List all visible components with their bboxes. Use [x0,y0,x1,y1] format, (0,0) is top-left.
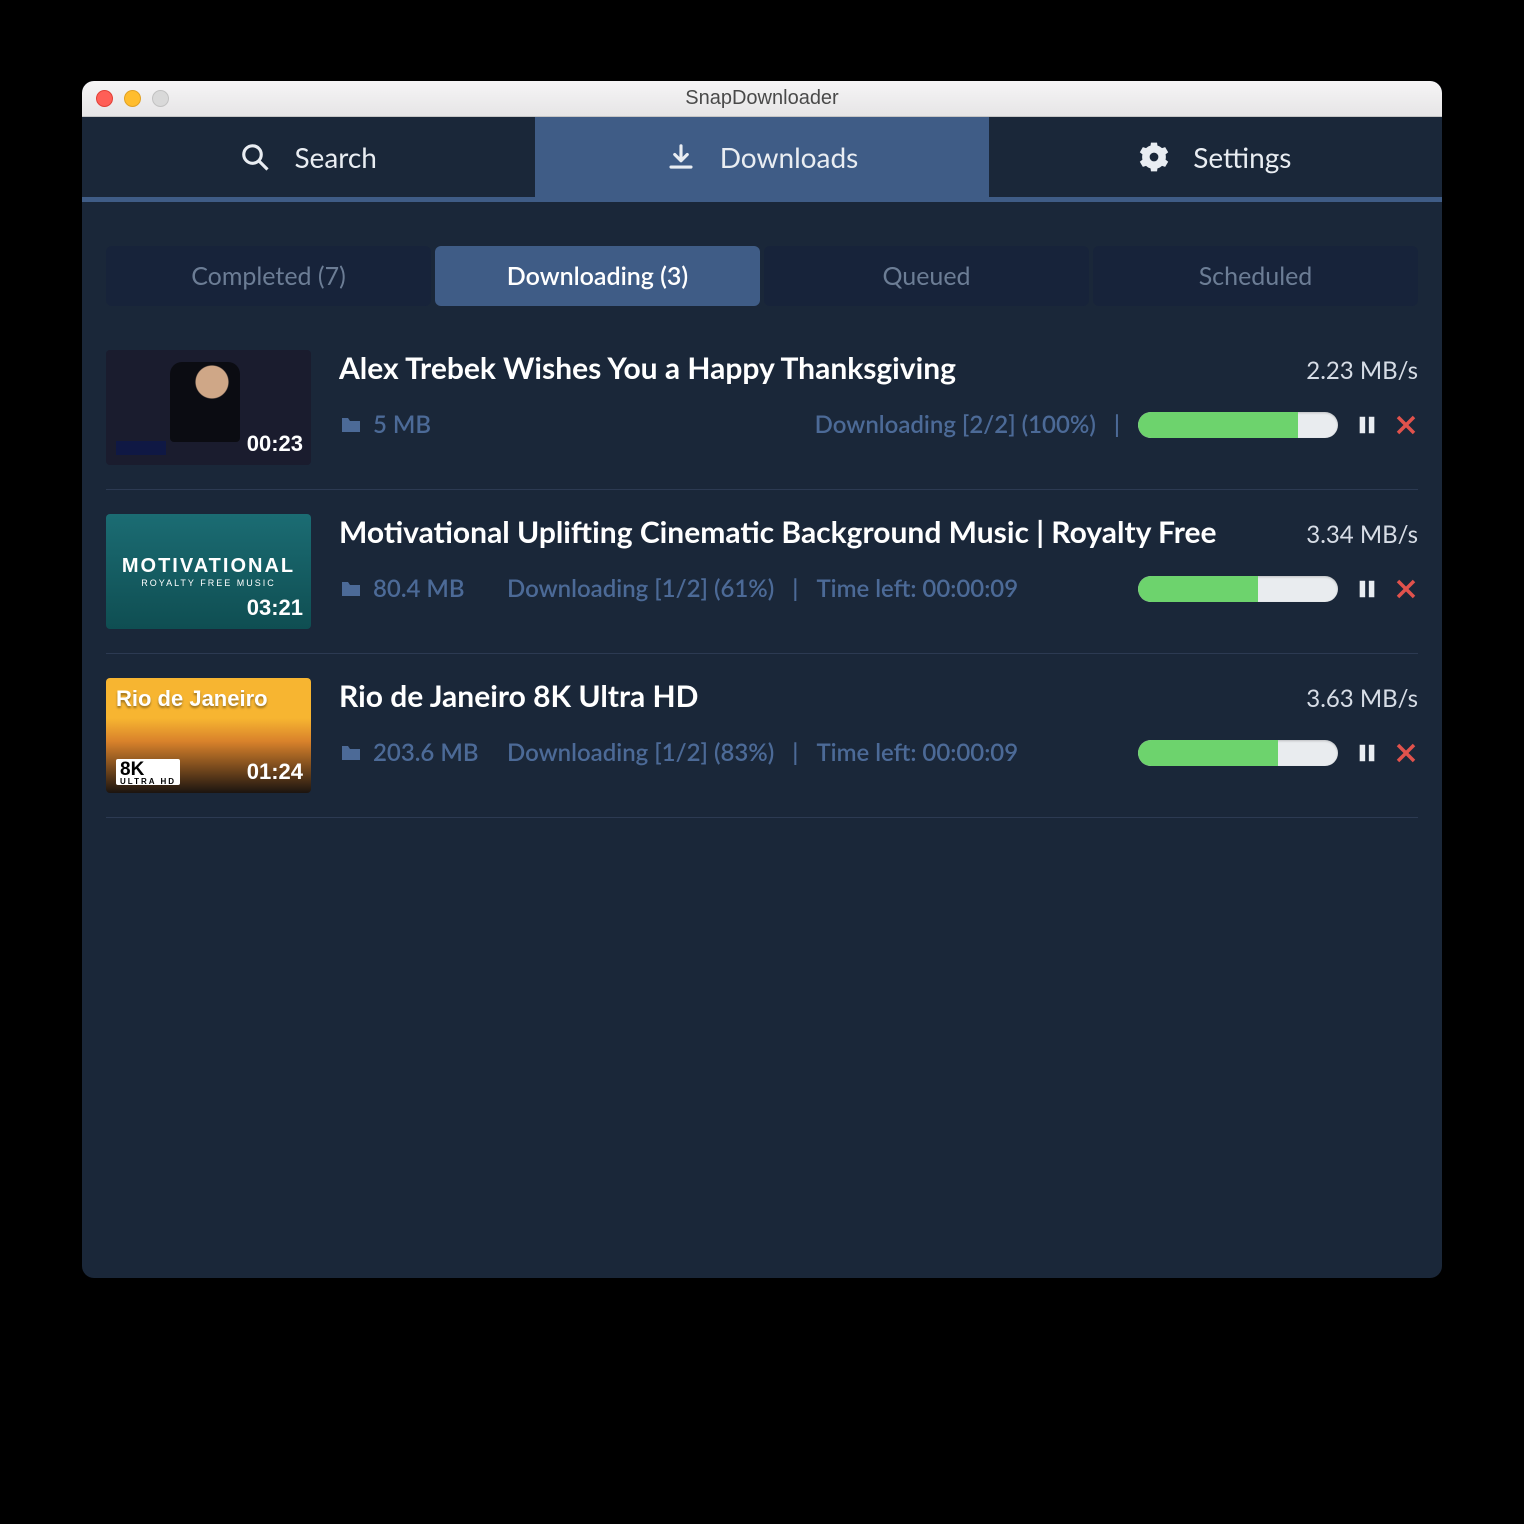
status-divider: | [792,574,798,603]
time-left: Time left: 00:00:09 [816,738,1018,767]
subtab-queued[interactable]: Queued [764,246,1089,306]
thumbnail-text: MOTIVATIONAL ROYALTY FREE MUSIC [122,555,295,588]
nav-downloads[interactable]: Downloads [535,117,988,197]
progress-bar [1138,412,1338,438]
cancel-icon[interactable] [1394,413,1418,437]
cancel-icon[interactable] [1394,577,1418,601]
nav-settings-label: Settings [1193,140,1291,174]
nav-underline [82,197,1442,202]
download-status: Downloading [2/2] (100%) [815,410,1096,439]
gear-icon [1139,142,1169,172]
video-title: Alex Trebek Wishes You a Happy Thanksgiv… [339,350,1266,386]
titlebar: SnapDownloader [82,81,1442,117]
video-thumbnail[interactable]: Rio de Janeiro 8KULTRA HD 01:24 [106,678,311,793]
progress-fill [1138,576,1258,602]
video-duration: 01:24 [247,759,303,785]
subtab-scheduled[interactable]: Scheduled [1093,246,1418,306]
file-size: 80.4 MB [373,574,465,603]
subtab-completed[interactable]: Completed (7) [106,246,431,306]
video-thumbnail[interactable]: 00:23 [106,350,311,465]
time-left: Time left: 00:00:09 [816,574,1018,603]
progress-bar [1138,576,1338,602]
file-size: 5 MB [373,410,431,439]
download-row: 00:23 Alex Trebek Wishes You a Happy Tha… [106,326,1418,490]
file-size: 203.6 MB [373,738,479,767]
progress-fill [1138,412,1298,438]
pause-icon[interactable] [1356,414,1378,436]
progress-bar [1138,740,1338,766]
nav-search-label: Search [294,140,376,174]
download-speed: 3.63 MB/s [1306,684,1418,713]
download-list: 00:23 Alex Trebek Wishes You a Happy Tha… [82,326,1442,1278]
pause-icon[interactable] [1356,742,1378,764]
download-speed: 2.23 MB/s [1306,356,1418,385]
nav-search[interactable]: Search [82,117,535,197]
video-duration: 00:23 [247,431,303,457]
download-meta: Motivational Uplifting Cinematic Backgro… [339,514,1418,603]
status-divider: | [1114,410,1120,439]
video-title: Motivational Uplifting Cinematic Backgro… [339,514,1266,550]
download-icon [666,142,696,172]
folder-icon [339,413,363,437]
top-nav: Search Downloads Settings [82,117,1442,197]
nav-settings[interactable]: Settings [989,117,1442,197]
download-speed: 3.34 MB/s [1306,520,1418,549]
download-meta: Rio de Janeiro 8K Ultra HD 3.63 MB/s 203… [339,678,1418,767]
folder-icon [339,577,363,601]
download-row: MOTIVATIONAL ROYALTY FREE MUSIC 03:21 Mo… [106,490,1418,654]
thumbnail-text: Rio de Janeiro [116,686,268,712]
download-status: Downloading [1/2] (83%) [507,738,774,767]
subtab-downloading[interactable]: Downloading (3) [435,246,760,306]
status-divider: | [792,738,798,767]
download-row: Rio de Janeiro 8KULTRA HD 01:24 Rio de J… [106,654,1418,818]
progress-fill [1138,740,1278,766]
pause-icon[interactable] [1356,578,1378,600]
cancel-icon[interactable] [1394,741,1418,765]
window-title: SnapDownloader [82,87,1442,110]
nav-downloads-label: Downloads [720,140,859,174]
video-thumbnail[interactable]: MOTIVATIONAL ROYALTY FREE MUSIC 03:21 [106,514,311,629]
app-window: SnapDownloader Search Downloads Settings… [82,81,1442,1278]
download-subtabs: Completed (7) Downloading (3) Queued Sch… [106,246,1418,306]
download-status: Downloading [1/2] (61%) [507,574,774,603]
video-title: Rio de Janeiro 8K Ultra HD [339,678,1266,714]
download-meta: Alex Trebek Wishes You a Happy Thanksgiv… [339,350,1418,439]
thumbnail-badge: 8KULTRA HD [116,759,180,785]
video-duration: 03:21 [247,595,303,621]
search-icon [240,142,270,172]
folder-icon [339,741,363,765]
